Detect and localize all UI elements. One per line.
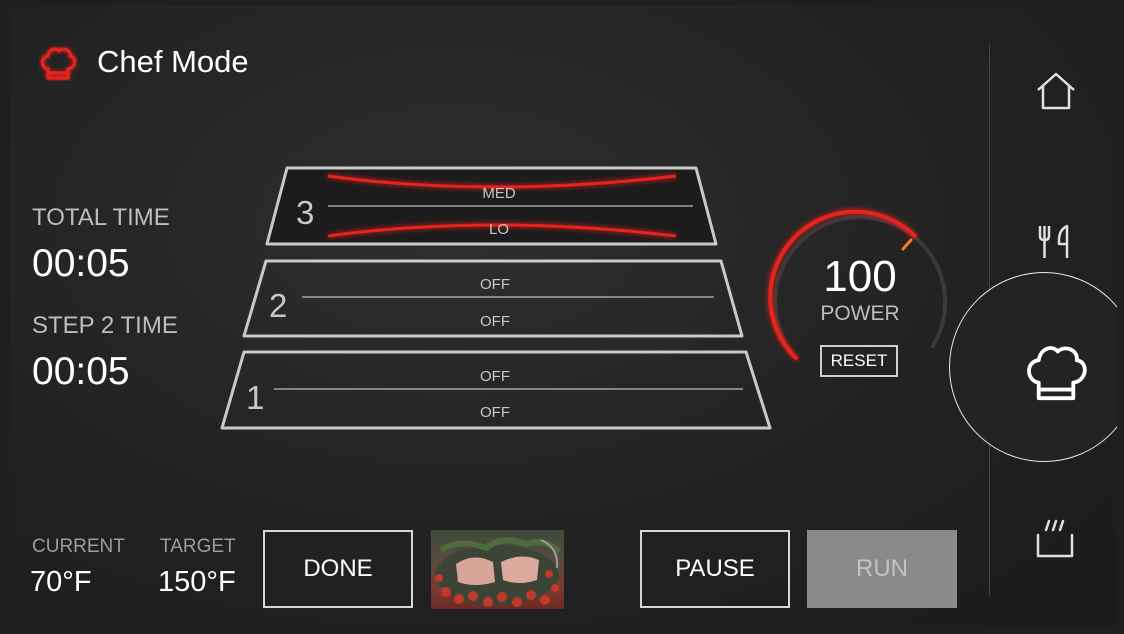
rack-3-bottom-label: LO: [489, 221, 509, 238]
rack-3-top-label: MED: [482, 185, 516, 202]
rack-3-number: 3: [296, 194, 314, 231]
rack-1[interactable]: 1 OFF OFF: [220, 350, 772, 430]
done-button[interactable]: DONE: [263, 530, 413, 608]
target-temp-value: 150°F: [158, 566, 236, 598]
current-temp-value: 70°F: [30, 566, 92, 598]
reset-button[interactable]: RESET: [820, 345, 898, 377]
rack-2-bottom-label: OFF: [480, 313, 510, 330]
rack-1-top-label: OFF: [480, 368, 510, 385]
food-thumbnail: [431, 530, 564, 609]
oven-screen: Chef Mode TOTAL TIME 00:05 STEP 2 TIME 0…: [10, 6, 1117, 626]
power-label: POWER: [820, 302, 900, 325]
steam-pot-icon[interactable]: [1032, 518, 1078, 562]
rack-2-number: 2: [269, 287, 287, 324]
chef-hat-icon: [1027, 346, 1087, 401]
home-icon[interactable]: [1034, 70, 1078, 112]
utensils-icon[interactable]: [1034, 222, 1078, 262]
rack-1-bottom-label: OFF: [480, 404, 510, 421]
target-temp-label: TARGET: [160, 536, 236, 557]
power-value: 100: [823, 252, 897, 301]
rack-3[interactable]: 3 MED LO: [265, 166, 718, 246]
rack-2-top-label: OFF: [480, 276, 510, 293]
pause-button[interactable]: PAUSE: [640, 530, 790, 608]
run-button: RUN: [807, 530, 957, 608]
rack-2[interactable]: 2 OFF OFF: [242, 259, 744, 338]
current-temp-label: CURRENT: [32, 536, 125, 557]
rack-1-number: 1: [246, 379, 264, 416]
power-dial-marker: [901, 238, 913, 251]
